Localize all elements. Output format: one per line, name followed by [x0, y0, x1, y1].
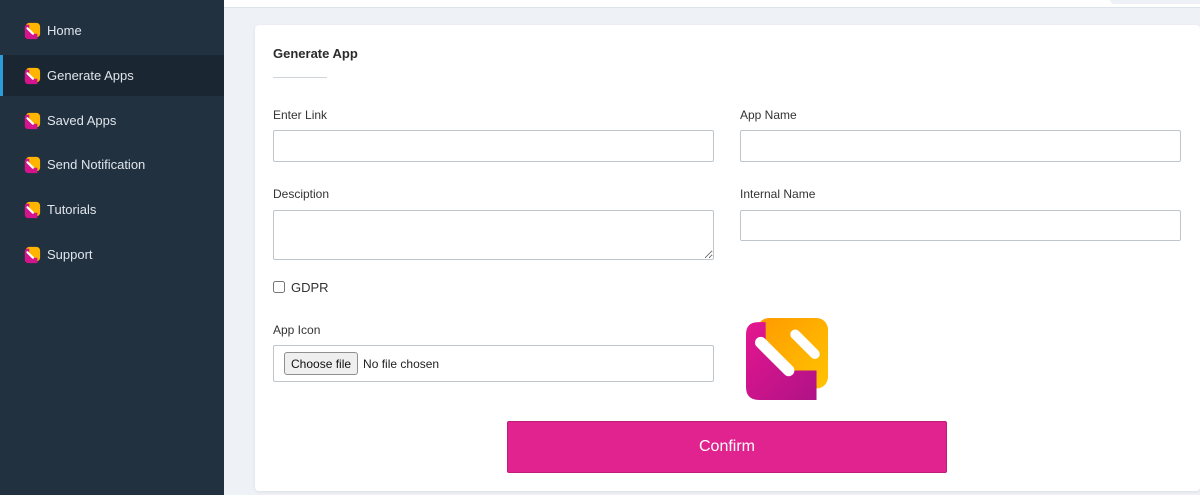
sidebar-item-saved-apps[interactable]: Saved Apps — [0, 100, 224, 141]
choose-file-button[interactable]: Choose file — [284, 352, 359, 375]
sidebar: Home Generate Apps Saved Apps Send Notif… — [0, 0, 224, 495]
sidebar-item-label: Home — [47, 23, 82, 38]
sidebar-item-label: Generate Apps — [47, 68, 134, 83]
enter-link-input[interactable] — [273, 130, 714, 162]
logo-icon — [23, 112, 41, 130]
app-icon-label: App Icon — [273, 323, 321, 337]
sidebar-item-send-notification[interactable]: Send Notification — [0, 144, 224, 185]
top-bar — [224, 0, 1200, 8]
sidebar-item-label: Support — [47, 247, 93, 262]
sidebar-item-generate-apps[interactable]: Generate Apps — [0, 55, 224, 96]
sidebar-item-label: Send Notification — [47, 157, 146, 172]
sidebar-item-label: Tutorials — [47, 202, 97, 217]
description-textarea[interactable] — [273, 210, 714, 260]
logo-icon — [23, 22, 41, 40]
generate-app-card: Generate App Enter Link App Name Descipt… — [255, 25, 1200, 491]
description-label: Desciption — [273, 187, 330, 201]
page-title: Generate App — [273, 46, 358, 61]
gdpr-label: GDPR — [291, 280, 329, 295]
sidebar-item-label: Saved Apps — [47, 113, 117, 128]
sidebar-item-tutorials[interactable]: Tutorials — [0, 189, 224, 230]
title-divider — [273, 77, 327, 78]
logo-icon — [23, 156, 41, 174]
app-name-input[interactable] — [740, 130, 1181, 162]
gdpr-checkbox[interactable] — [273, 281, 285, 293]
app-name-label: App Name — [740, 108, 797, 122]
logo-icon — [23, 201, 41, 219]
internal-name-label: Internal Name — [740, 187, 816, 201]
logo-icon — [23, 246, 41, 264]
internal-name-input[interactable] — [740, 210, 1181, 241]
file-status-text: No file chosen — [363, 356, 440, 371]
logo-icon — [23, 67, 41, 85]
enter-link-label: Enter Link — [273, 108, 328, 122]
sidebar-item-home[interactable]: Home — [0, 10, 224, 51]
app-icon-file-input[interactable]: Choose file No file chosen — [273, 345, 714, 382]
sidebar-item-support[interactable]: Support — [0, 234, 224, 275]
confirm-button[interactable]: Confirm — [507, 421, 947, 473]
top-bar-tab — [1110, 0, 1200, 4]
app-logo-preview — [746, 318, 828, 400]
